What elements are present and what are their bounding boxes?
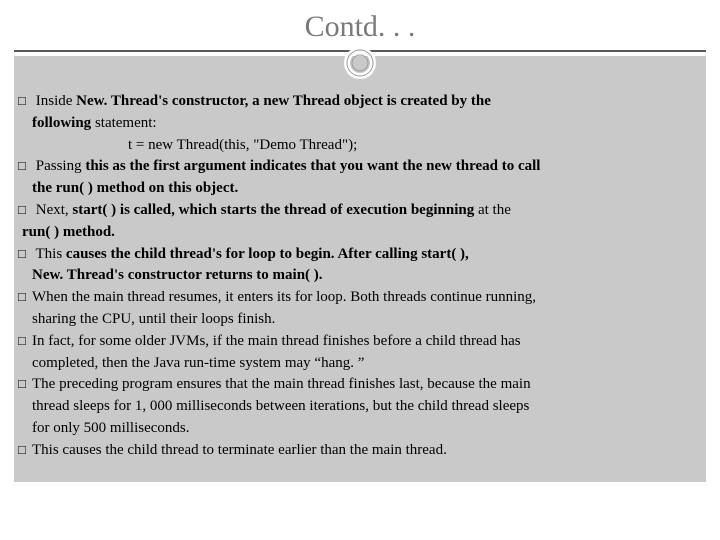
bullet-3: □ Next, start( ) is called, which starts… [18, 201, 706, 221]
slide-title: Contd. . . [305, 10, 416, 43]
bullet-7-cont2: for only 500 milliseconds. [18, 419, 706, 439]
bullet-7: □The preceding program ensures that the … [18, 375, 706, 395]
bullet-5-cont: sharing the CPU, until their loops finis… [18, 310, 706, 330]
bullet-2-cont: the run( ) method on this object. [18, 179, 706, 199]
bullet-7-cont1: thread sleeps for 1, 000 milliseconds be… [18, 397, 706, 417]
bullet-6-cont: completed, then the Java run-time system… [18, 354, 706, 374]
bullet-4-cont: New. Thread's constructor returns to mai… [18, 266, 706, 286]
bullet-6: □In fact, for some older JVMs, if the ma… [18, 332, 706, 352]
title-area: Contd. . . [0, 0, 720, 50]
slide: Contd. . . □ Inside New. Thread's constr… [0, 0, 720, 540]
bullet-3-cont: run( ) method. [18, 223, 706, 243]
bullet-2: □ Passing this as the first argument ind… [18, 157, 706, 177]
code-line: t = new Thread(this, "Demo Thread"); [18, 136, 706, 156]
bullet-4: □ This causes the child thread's for loo… [18, 245, 706, 265]
bullet-8: □This causes the child thread to termina… [18, 441, 706, 461]
bullet-1-cont: following statement: [18, 114, 706, 134]
body-text: □ Inside New. Thread's constructor, a ne… [18, 92, 706, 463]
horizontal-rule [14, 50, 706, 52]
bullet-1: □ Inside New. Thread's constructor, a ne… [18, 92, 706, 112]
bullet-5: □When the main thread resumes, it enters… [18, 288, 706, 308]
